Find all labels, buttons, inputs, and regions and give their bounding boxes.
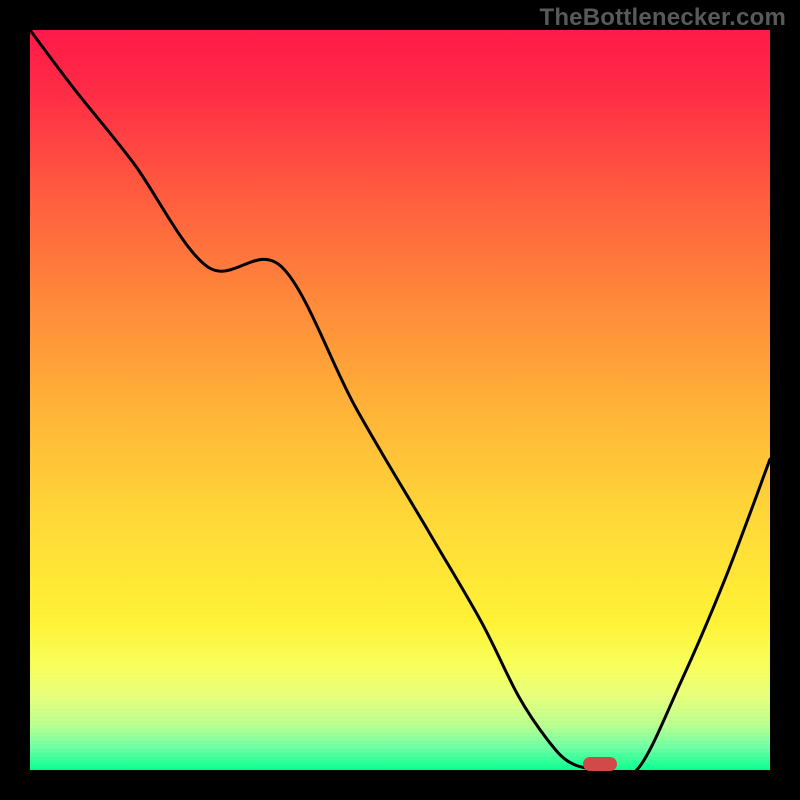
curve-svg — [30, 30, 770, 770]
watermark-text: TheBottlenecker.com — [539, 4, 786, 32]
bottleneck-curve-path — [30, 30, 770, 770]
optimal-marker — [583, 757, 617, 771]
chart-container: TheBottlenecker.com — [0, 0, 800, 800]
plot-area — [30, 30, 770, 770]
